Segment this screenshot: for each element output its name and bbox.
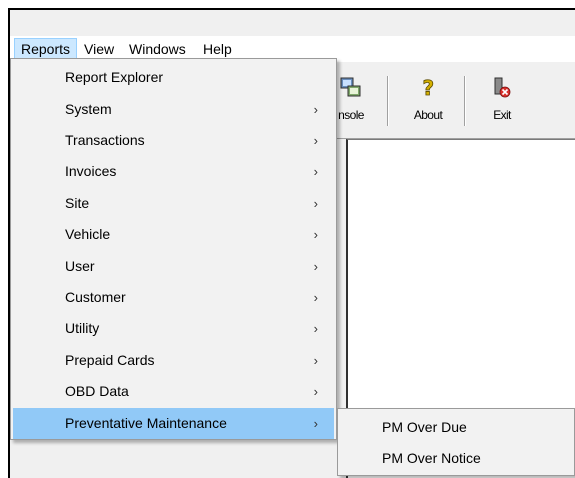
question-mark-icon: ?	[403, 76, 453, 102]
exit-button[interactable]: Exit	[477, 72, 527, 130]
menu-help[interactable]: Help	[197, 38, 238, 60]
menu-item-obd-data[interactable]: OBD Data ›	[13, 376, 334, 407]
menu-item-label: Transactions	[65, 132, 145, 148]
exit-label: Exit	[493, 108, 511, 122]
menu-item-label: Site	[65, 195, 90, 211]
preventative-maintenance-submenu: PM Over Due PM Over Notice	[337, 408, 575, 476]
menu-item-label: OBD Data	[65, 383, 129, 399]
menu-item-label: Invoices	[65, 163, 117, 179]
svg-text:?: ?	[422, 76, 433, 100]
exit-icon	[477, 76, 527, 102]
menu-item-user[interactable]: User ›	[13, 251, 334, 282]
submenu-item-pm-over-due[interactable]: PM Over Due	[340, 412, 572, 442]
about-label: About	[413, 108, 443, 122]
menu-item-label: Report Explorer	[65, 69, 164, 85]
chevron-right-icon: ›	[313, 196, 318, 211]
chevron-right-icon: ›	[313, 321, 318, 336]
chevron-right-icon: ›	[313, 290, 318, 305]
toolbar-separator	[387, 76, 388, 126]
menu-item-invoices[interactable]: Invoices ›	[13, 156, 334, 187]
submenu-item-pm-over-notice[interactable]: PM Over Notice	[340, 443, 572, 473]
menu-item-label: Prepaid Cards	[65, 352, 155, 368]
menu-item-label: System	[65, 101, 112, 117]
menu-item-label: User	[65, 258, 95, 274]
menu-item-customer[interactable]: Customer ›	[13, 282, 334, 313]
chevron-right-icon: ›	[313, 384, 318, 399]
chevron-right-icon: ›	[313, 259, 318, 274]
menu-item-system[interactable]: System ›	[13, 94, 334, 125]
menu-item-preventative-maintenance[interactable]: Preventative Maintenance ›	[13, 408, 334, 439]
menu-item-label: Preventative Maintenance	[65, 415, 227, 431]
menu-item-site[interactable]: Site ›	[13, 188, 334, 219]
menu-item-vehicle[interactable]: Vehicle ›	[13, 219, 334, 250]
menu-item-prepaid-cards[interactable]: Prepaid Cards ›	[13, 345, 334, 376]
chevron-right-icon: ›	[313, 353, 318, 368]
menu-item-label: Customer	[65, 289, 126, 305]
chevron-right-icon: ›	[313, 227, 318, 242]
toolbar-separator	[464, 76, 465, 126]
submenu-item-label: PM Over Notice	[382, 450, 481, 466]
menu-item-label: Utility	[65, 320, 100, 336]
chevron-right-icon: ›	[313, 164, 318, 179]
chevron-right-icon: ›	[313, 416, 318, 431]
menu-item-transactions[interactable]: Transactions ›	[13, 125, 334, 156]
menu-item-report-explorer[interactable]: Report Explorer	[13, 62, 334, 93]
menu-windows[interactable]: Windows	[123, 38, 192, 60]
menu-item-label: Vehicle	[65, 226, 111, 242]
reports-dropdown-menu: Report Explorer System › Transactions › …	[10, 58, 337, 440]
chevron-right-icon: ›	[313, 102, 318, 117]
menu-view[interactable]: View	[78, 38, 120, 60]
submenu-item-label: PM Over Due	[382, 419, 467, 435]
menu-reports[interactable]: Reports	[14, 38, 78, 60]
chevron-right-icon: ›	[313, 133, 318, 148]
menu-item-utility[interactable]: Utility ›	[13, 313, 334, 344]
about-button[interactable]: ? About	[403, 72, 453, 130]
